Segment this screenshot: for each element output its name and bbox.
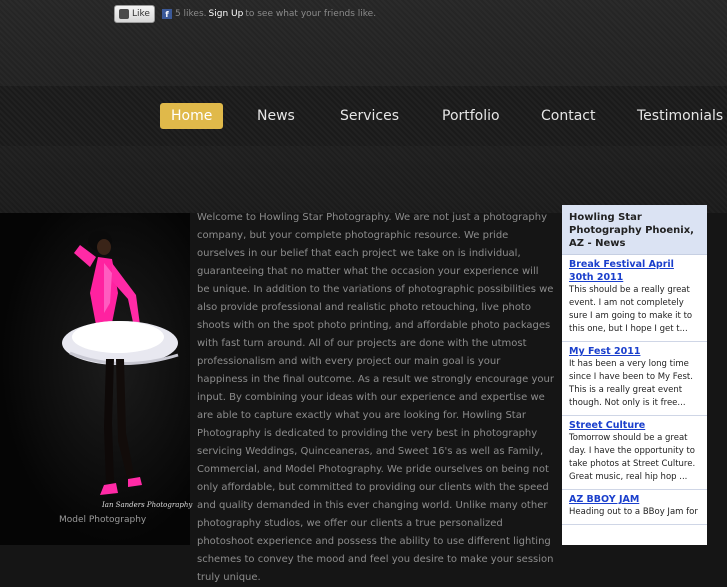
signup-suffix: to see what your friends like. [245,9,377,19]
likes-count: 5 likes. [174,9,207,19]
model-photo-illustration [62,231,179,495]
nav-services[interactable]: Services [340,103,399,129]
like-button[interactable]: Like [114,5,155,23]
news-item: Street Culture Tomorrow should be a grea… [562,416,707,490]
news-item-excerpt: Heading out to a BBoy Jam for [569,507,698,517]
facebook-icon: f [161,9,172,19]
nav-testimonials[interactable]: Testimonials [637,103,723,129]
news-item-excerpt: Tomorrow should be a great day. I have t… [569,433,696,482]
like-button-label: Like [132,9,150,19]
nav-portfolio[interactable]: Portfolio [442,103,500,129]
news-item-title[interactable]: Break Festival April 30th 2011 [569,258,701,284]
nav-home[interactable]: Home [160,103,224,129]
signup-link[interactable]: Sign Up [209,9,244,19]
facebook-like-bar: Like f 5 likes. Sign Up to see what your… [114,4,376,24]
news-item-title[interactable]: Street Culture [569,419,701,432]
intro-text: Welcome to Howling Star Photography. We … [197,212,554,583]
news-widget: Howling Star Photography Phoenix, AZ - N… [562,205,707,545]
nav-news[interactable]: News [257,103,295,129]
main-nav: Home News Services Portfolio Contact Tes… [0,86,727,146]
news-item-excerpt: It has been a very long time since I hav… [569,359,693,408]
photo-credit: Ian Sanders Photography [102,501,193,509]
news-item: My Fest 2011 It has been a very long tim… [562,342,707,416]
news-item-excerpt: This should be a really great event. I a… [569,285,693,334]
news-item: AZ BBOY JAM Heading out to a BBoy Jam fo… [562,490,707,525]
news-item-title[interactable]: My Fest 2011 [569,345,701,358]
thumbs-up-icon [119,9,129,19]
nav-contact[interactable]: Contact [541,103,595,129]
news-item: Break Festival April 30th 2011 This shou… [562,255,707,342]
model-photo: Ian Sanders Photography Model Photograph… [0,213,193,545]
photo-caption: Model Photography [59,515,147,525]
news-heading: Howling Star Photography Phoenix, AZ - N… [562,205,707,255]
news-item-title[interactable]: AZ BBOY JAM [569,493,701,506]
